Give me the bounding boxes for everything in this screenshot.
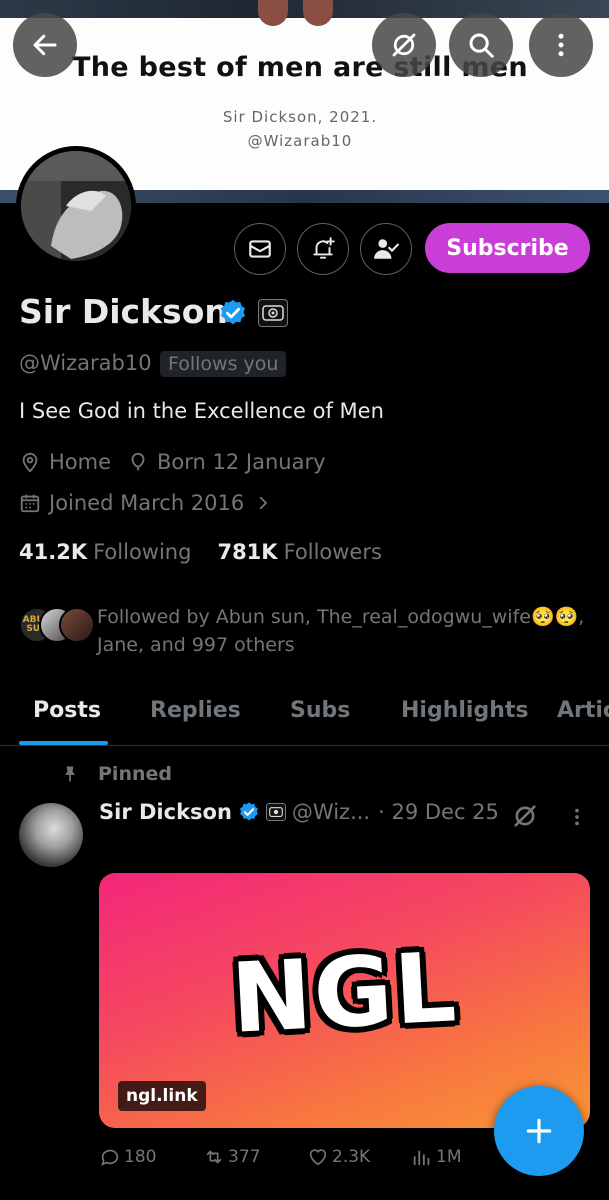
tab-posts[interactable]: Posts xyxy=(33,698,101,723)
arrow-left-icon xyxy=(33,34,57,56)
tab-replies[interactable]: Replies xyxy=(150,698,241,723)
banner-signature: Sir Dickson, 2021. xyxy=(222,108,378,126)
reply-icon xyxy=(101,1149,119,1166)
post-date: · 29 Dec 25 xyxy=(378,800,499,824)
profile-avatar[interactable] xyxy=(16,146,136,266)
balloon-icon xyxy=(131,452,145,471)
compose-post-button[interactable] xyxy=(494,1086,584,1176)
bell-plus-icon xyxy=(313,237,335,259)
post-media-card[interactable]: NGL ngl.link xyxy=(99,873,590,1128)
post-author-handle: @Wiz... xyxy=(291,800,371,824)
followed-by[interactable]: ABUN SUN Followed by Abun sun, The_real_… xyxy=(19,603,584,656)
reply-button[interactable]: 180 xyxy=(99,1146,203,1168)
plus-icon xyxy=(526,1118,552,1144)
pin-icon xyxy=(65,766,75,782)
repost-icon xyxy=(206,1150,222,1164)
birthday: Born 12 January xyxy=(127,450,326,474)
profile-meta-row: Home Born 12 January xyxy=(19,450,342,474)
followers-count: 781K xyxy=(217,540,278,564)
verified-badge-icon xyxy=(239,802,258,821)
location: Home xyxy=(19,450,111,474)
grok-icon[interactable] xyxy=(511,802,539,830)
back-button[interactable] xyxy=(13,13,77,77)
person-check-icon xyxy=(374,239,399,259)
birthday-text: Born 12 January xyxy=(157,450,326,474)
more-vertical-icon xyxy=(558,33,564,57)
following-link[interactable]: 41.2K Following xyxy=(19,540,191,564)
notifications-button[interactable] xyxy=(297,223,349,275)
post-author-avatar[interactable] xyxy=(19,803,83,867)
profile-handle: @Wizarab10 xyxy=(19,351,152,375)
banner-photo-detail xyxy=(258,0,288,26)
chevron-right-icon xyxy=(260,496,268,510)
ngl-logo: NGL xyxy=(228,931,461,1055)
joined-text: Joined March 2016 xyxy=(49,491,245,515)
more-vertical-icon[interactable] xyxy=(566,805,588,829)
location-text: Home xyxy=(49,450,112,474)
tab-highlights[interactable]: Highlights xyxy=(401,698,528,723)
message-button[interactable] xyxy=(234,223,286,275)
location-pin-icon xyxy=(22,452,38,473)
profile-tabs: Posts Replies Subs Highlights Artic xyxy=(0,690,609,746)
following-label: Following xyxy=(93,540,192,564)
followers-label: Followers xyxy=(283,540,382,564)
search-button[interactable] xyxy=(449,13,513,77)
affiliate-badge-icon[interactable] xyxy=(258,299,288,327)
avatar xyxy=(59,607,95,643)
profile-bio: I See God in the Excellence of Men xyxy=(19,399,384,423)
following-button[interactable] xyxy=(360,223,412,275)
like-button[interactable]: 2.3K xyxy=(307,1146,411,1168)
joined-row[interactable]: Joined March 2016 xyxy=(19,491,296,515)
followed-by-line2: Jane, and 997 others xyxy=(97,634,295,656)
avatar-photo xyxy=(21,151,131,261)
like-count: 2.3K xyxy=(332,1147,371,1167)
subscribe-button[interactable]: Subscribe xyxy=(425,223,590,273)
follow-stats: 41.2K Following 781K Followers xyxy=(19,540,408,564)
joined[interactable]: Joined March 2016 xyxy=(19,491,280,515)
reply-count: 180 xyxy=(124,1147,157,1167)
affiliate-badge-icon xyxy=(265,803,286,821)
following-count: 41.2K xyxy=(19,540,88,564)
tab-subs[interactable]: Subs xyxy=(290,698,350,723)
pinned-text: Pinned xyxy=(98,763,172,785)
repost-count: 377 xyxy=(228,1147,261,1167)
avatar-image xyxy=(21,151,131,261)
post-author-name[interactable]: Sir Dickson xyxy=(99,800,232,824)
more-button[interactable] xyxy=(529,13,593,77)
verified-badge-icon[interactable] xyxy=(218,298,248,328)
followers-link[interactable]: 781K Followers xyxy=(217,540,381,564)
profile-name: Sir Dickson xyxy=(19,292,228,331)
link-domain-tag[interactable]: ngl.link xyxy=(118,1081,206,1111)
pinned-label: Pinned xyxy=(60,763,172,785)
grok-icon xyxy=(392,33,416,57)
mail-icon xyxy=(249,240,271,258)
calendar-icon xyxy=(20,494,40,513)
heart-icon xyxy=(309,1149,327,1166)
follows-you-badge: Follows you xyxy=(160,351,287,377)
active-tab-indicator xyxy=(19,741,108,745)
search-icon xyxy=(469,33,494,58)
banner-photo-detail xyxy=(303,0,333,26)
grok-button[interactable] xyxy=(372,13,436,77)
tab-articles[interactable]: Artic xyxy=(557,698,609,723)
repost-button[interactable]: 377 xyxy=(203,1146,307,1168)
post-header: Sir Dickson @Wiz... · 29 Dec 25 xyxy=(99,800,499,824)
followed-by-line1: Followed by Abun sun, The_real_odogwu_wi… xyxy=(97,606,585,628)
followed-by-avatars: ABUN SUN xyxy=(19,603,95,647)
views-icon xyxy=(413,1150,430,1166)
affiliate-logo-icon xyxy=(262,305,284,321)
views-count: 1M xyxy=(436,1147,462,1167)
followed-by-text: Followed by Abun sun, The_real_odogwu_wi… xyxy=(97,603,609,659)
